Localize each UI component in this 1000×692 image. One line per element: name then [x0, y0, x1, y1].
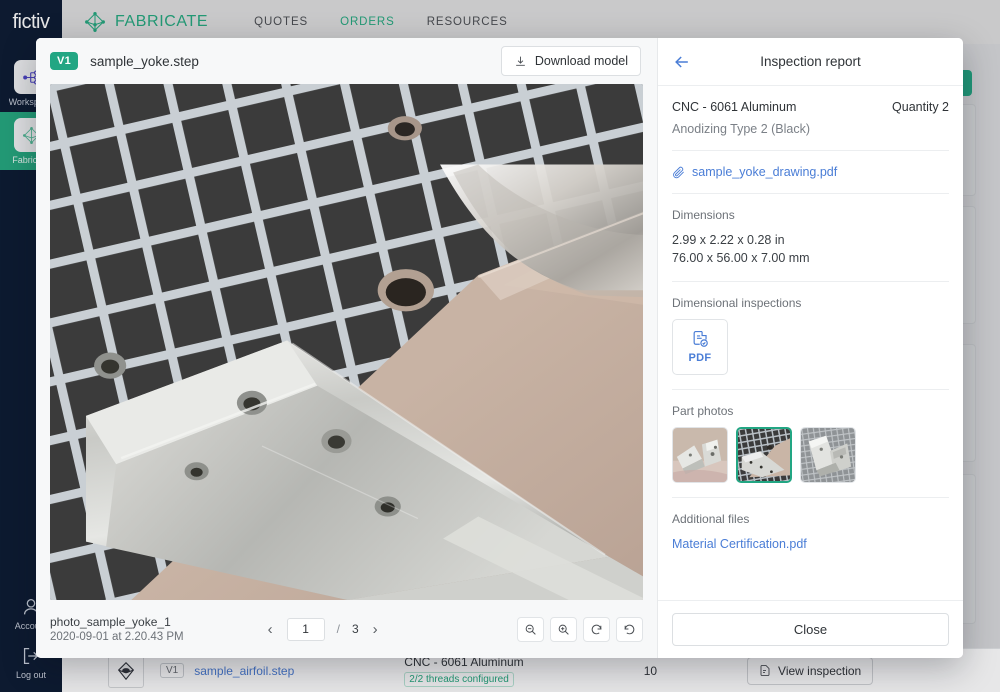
inspection-report-modal: V1 sample_yoke.step Download model [36, 38, 963, 658]
pager-separator: / [337, 622, 340, 636]
photo-stage[interactable] [50, 84, 643, 600]
viewer-header: V1 sample_yoke.step Download model [36, 38, 657, 84]
dimensions-inches: 2.99 x 2.22 x 0.28 in [672, 231, 949, 249]
rotate-right-icon[interactable] [616, 617, 643, 642]
pdf-document-icon [691, 330, 710, 349]
part-quantity: Quantity 2 [892, 100, 949, 114]
additional-files-section: Additional files Material Certification.… [672, 498, 949, 567]
part-photo-thumbnail-2[interactable] [736, 427, 792, 483]
part-photos-section: Part photos [672, 390, 949, 498]
download-model-label: Download model [535, 54, 628, 68]
zoom-out-icon[interactable] [517, 617, 544, 642]
photo-metadata: photo_sample_yoke_1 2020-09-01 at 2.20.4… [50, 615, 184, 643]
part-photos-label: Part photos [672, 404, 949, 418]
next-photo-button[interactable]: › [371, 621, 380, 638]
part-photograph [50, 84, 643, 600]
back-arrow-icon[interactable] [672, 52, 692, 72]
part-photo-thumbnail-1[interactable] [672, 427, 728, 483]
panel-body[interactable]: CNC - 6061 Aluminum Quantity 2 Anodizing… [658, 86, 963, 600]
panel-header: Inspection report [658, 38, 963, 86]
thumbnail-image-3 [801, 428, 855, 482]
inspection-report-panel: Inspection report CNC - 6061 Aluminum Qu… [657, 38, 963, 658]
part-material: CNC - 6061 Aluminum [672, 100, 796, 114]
page-number-input[interactable] [287, 618, 325, 641]
prev-photo-button[interactable]: ‹ [266, 621, 275, 638]
close-button[interactable]: Close [672, 613, 949, 646]
application-root: fictiv FABRICATE QUOTES ORDERS RESOURCES [0, 0, 1000, 692]
additional-files-label: Additional files [672, 512, 949, 526]
page-total: 3 [352, 622, 359, 636]
drawing-file-name: sample_yoke_drawing.pdf [692, 165, 837, 179]
part-finish: Anodizing Type 2 (Black) [672, 122, 949, 136]
photo-date: 2020-09-01 at 2.20.43 PM [50, 631, 184, 643]
dimensions-label: Dimensions [672, 208, 949, 222]
part-summary-section: CNC - 6061 Aluminum Quantity 2 Anodizing… [672, 86, 949, 151]
viewer-footer: photo_sample_yoke_1 2020-09-01 at 2.20.4… [36, 600, 657, 658]
zoom-in-icon[interactable] [550, 617, 577, 642]
dimensions-millimeters: 76.00 x 56.00 x 7.00 mm [672, 249, 949, 267]
panel-title: Inspection report [658, 54, 963, 69]
dimensional-inspections-section: Dimensional inspections PDF [672, 282, 949, 390]
paperclip-icon [672, 166, 685, 179]
part-photo-thumbnail-3[interactable] [800, 427, 856, 483]
additional-file-link[interactable]: Material Certification.pdf [672, 537, 807, 551]
photo-name: photo_sample_yoke_1 [50, 615, 184, 629]
drawing-file-link[interactable]: sample_yoke_drawing.pdf [672, 165, 949, 179]
photo-pager: ‹ / 3 › [266, 618, 380, 641]
rotate-left-icon[interactable] [583, 617, 610, 642]
part-photos-thumbnails [672, 427, 949, 483]
download-model-button[interactable]: Download model [501, 46, 641, 76]
pdf-label: PDF [689, 352, 712, 364]
material-quantity-row: CNC - 6061 Aluminum Quantity 2 [672, 100, 949, 114]
dimensional-inspection-pdf[interactable]: PDF [672, 319, 728, 375]
download-icon [514, 55, 527, 68]
viewer-tools [517, 617, 643, 642]
thumbnail-image-2 [738, 429, 790, 481]
photo-viewer: V1 sample_yoke.step Download model [36, 38, 657, 658]
thumbnail-image-1 [673, 428, 727, 482]
dimensional-inspections-label: Dimensional inspections [672, 296, 949, 310]
dimensions-section: Dimensions 2.99 x 2.22 x 0.28 in 76.00 x… [672, 194, 949, 282]
drawing-file-section: sample_yoke_drawing.pdf [672, 151, 949, 194]
viewer-filename: sample_yoke.step [90, 54, 199, 69]
version-badge: V1 [50, 52, 78, 70]
panel-footer: Close [658, 600, 963, 658]
